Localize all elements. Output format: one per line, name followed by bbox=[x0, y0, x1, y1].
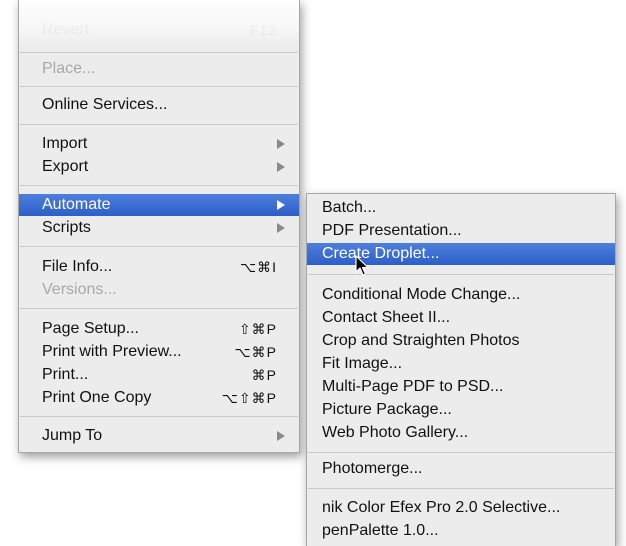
menu-item-label: File Info... bbox=[42, 258, 113, 275]
submenu-item-create-droplet[interactable]: Create Droplet... bbox=[307, 243, 615, 265]
menu-item-scripts[interactable]: Scripts bbox=[19, 217, 299, 239]
menu-separator bbox=[308, 488, 614, 489]
menu-item-versions: Versions... bbox=[19, 279, 299, 301]
menu-item-label: Export bbox=[42, 158, 89, 175]
menu-item-print-with-preview[interactable]: Print with Preview... ⌥⌘P bbox=[19, 341, 299, 363]
menu-item-label: Jump To bbox=[42, 427, 103, 444]
menu-item-label: Picture Package... bbox=[322, 401, 452, 418]
menu-item-page-setup[interactable]: Page Setup... ⇧⌘P bbox=[19, 318, 299, 340]
menu-item-print[interactable]: Print... ⌘P bbox=[19, 364, 299, 386]
menu-item-label: Fit Image... bbox=[322, 355, 403, 372]
submenu-item-fit-image[interactable]: Fit Image... bbox=[307, 353, 615, 375]
menu-item-shortcut: ⌘P bbox=[251, 367, 277, 383]
menu-item-shortcut: ⇧⌘P bbox=[238, 321, 277, 337]
menu-item-jump-to[interactable]: Jump To bbox=[19, 425, 299, 447]
menu-separator bbox=[20, 416, 298, 417]
menu-item-label: Versions... bbox=[42, 281, 117, 298]
menu-item-shortcut: ⌥⇧⌘P bbox=[221, 390, 277, 406]
submenu-arrow-icon bbox=[277, 162, 285, 172]
submenu-arrow-icon bbox=[277, 223, 285, 233]
menu-item-file-info[interactable]: File Info... ⌥⌘I bbox=[19, 256, 299, 278]
menu-item-label: Print One Copy bbox=[42, 389, 152, 406]
submenu-item-batch[interactable]: Batch... bbox=[307, 197, 615, 219]
screenshot-stage: Revert F12 Place... Online Services... I… bbox=[0, 0, 626, 546]
menu-item-label: Print... bbox=[42, 366, 89, 383]
submenu-item-photomerge[interactable]: Photomerge... bbox=[307, 458, 615, 480]
menu-separator bbox=[20, 308, 298, 309]
file-menu: Revert F12 Place... Online Services... I… bbox=[18, 0, 300, 453]
menu-item-label: Page Setup... bbox=[42, 320, 139, 337]
menu-separator bbox=[20, 52, 298, 53]
submenu-arrow-icon bbox=[277, 200, 285, 210]
menu-item-label: Contact Sheet II... bbox=[322, 309, 451, 326]
submenu-arrow-icon bbox=[277, 139, 285, 149]
menu-item-label: Automate bbox=[42, 196, 111, 213]
menu-item-label: Scripts bbox=[42, 219, 91, 236]
mouse-pointer-icon bbox=[355, 255, 369, 276]
submenu-item-crop-straighten[interactable]: Crop and Straighten Photos bbox=[307, 330, 615, 352]
menu-item-label: Import bbox=[42, 135, 88, 152]
submenu-item-picture-package[interactable]: Picture Package... bbox=[307, 399, 615, 421]
menu-item-print-one-copy[interactable]: Print One Copy ⌥⇧⌘P bbox=[19, 387, 299, 409]
menu-item-label: PDF Presentation... bbox=[322, 222, 462, 239]
submenu-arrow-icon bbox=[277, 431, 285, 441]
menu-item-label: penPalette 1.0... bbox=[322, 522, 439, 539]
menu-item-label: Online Services... bbox=[42, 96, 168, 113]
menu-item-export[interactable]: Export bbox=[19, 156, 299, 178]
menu-item-revert[interactable]: Revert F12 bbox=[19, 19, 299, 41]
menu-separator bbox=[20, 124, 298, 125]
submenu-item-web-photo-gallery[interactable]: Web Photo Gallery... bbox=[307, 422, 615, 444]
automate-submenu: Batch... PDF Presentation... Create Drop… bbox=[306, 193, 616, 546]
menu-item-label: Web Photo Gallery... bbox=[322, 424, 469, 441]
menu-item-import[interactable]: Import bbox=[19, 133, 299, 155]
menu-item-online-services[interactable]: Online Services... bbox=[19, 94, 299, 116]
submenu-item-nik-color-efex[interactable]: nik Color Efex Pro 2.0 Selective... bbox=[307, 497, 615, 519]
menu-item-label: Conditional Mode Change... bbox=[322, 286, 521, 303]
submenu-item-contact-sheet[interactable]: Contact Sheet II... bbox=[307, 307, 615, 329]
menu-item-label: Multi-Page PDF to PSD... bbox=[322, 378, 504, 395]
menu-separator bbox=[308, 274, 614, 275]
submenu-item-conditional-mode-change[interactable]: Conditional Mode Change... bbox=[307, 284, 615, 306]
menu-item-label: Batch... bbox=[322, 199, 377, 216]
submenu-item-multipage-pdf[interactable]: Multi-Page PDF to PSD... bbox=[307, 376, 615, 398]
menu-item-place: Place... bbox=[19, 58, 299, 80]
menu-separator bbox=[20, 86, 298, 87]
menu-item-label: Crop and Straighten Photos bbox=[322, 332, 520, 349]
menu-item-label: Revert bbox=[42, 21, 90, 38]
menu-item-label: Photomerge... bbox=[322, 460, 423, 477]
submenu-item-pdf-presentation[interactable]: PDF Presentation... bbox=[307, 220, 615, 242]
menu-item-label: Create Droplet... bbox=[322, 245, 440, 262]
menu-separator bbox=[20, 185, 298, 186]
menu-item-shortcut: ⌥⌘I bbox=[239, 259, 277, 275]
menu-separator bbox=[308, 452, 614, 453]
menu-item-label: Print with Preview... bbox=[42, 343, 182, 360]
submenu-item-penpalette[interactable]: penPalette 1.0... bbox=[307, 520, 615, 542]
menu-item-automate[interactable]: Automate bbox=[19, 194, 299, 216]
menu-item-label: nik Color Efex Pro 2.0 Selective... bbox=[322, 499, 561, 516]
menu-item-shortcut: F12 bbox=[249, 22, 277, 38]
menu-separator bbox=[20, 246, 298, 247]
menu-item-shortcut: ⌥⌘P bbox=[234, 344, 277, 360]
menu-item-label: Place... bbox=[42, 60, 96, 77]
